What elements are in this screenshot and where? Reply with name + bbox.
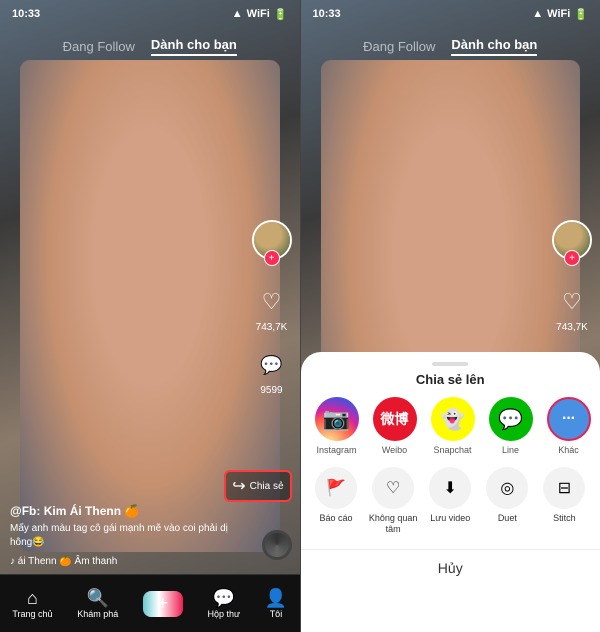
heart-icon: ♡ — [254, 284, 290, 320]
wifi-icon-right: WiFi — [547, 8, 570, 20]
wifi-icon: WiFi — [247, 8, 270, 20]
tab-explore[interactable]: 🔍 Khám phá — [77, 589, 118, 619]
profile-icon: 👤 — [265, 589, 287, 607]
like-count-right: 743,7K — [556, 322, 588, 333]
tab-inbox[interactable]: 💬 Hộp thư — [208, 589, 241, 619]
video-info: @Fb: Kim Ái Thenn 🍊 Mấy anh màu tag cô g… — [10, 504, 240, 567]
like-button[interactable]: ♡ 743,7K — [254, 284, 290, 333]
create-icon: + — [158, 593, 169, 614]
stitch-action[interactable]: ⊟ Stitch — [539, 467, 590, 535]
action-buttons: + ♡ 743,7K 💬 9599 — [252, 220, 292, 396]
instagram-label: Instagram — [316, 445, 356, 455]
creator-avatar-container: + — [252, 220, 292, 260]
snapchat-label: Snapchat — [433, 445, 471, 455]
top-nav-right: Đang Follow Dành cho bạn — [301, 28, 600, 64]
battery-icon: 🔋 — [274, 8, 288, 21]
nav-tab-foryou-right[interactable]: Dành cho bạn — [451, 37, 537, 56]
share-arrow-icon: ↪ — [232, 476, 245, 496]
video-username[interactable]: @Fb: Kim Ái Thenn 🍊 — [10, 504, 240, 518]
nav-tab-foryou[interactable]: Dành cho bạn — [151, 37, 237, 56]
status-bar: 10:33 ▲ WiFi 🔋 — [0, 0, 300, 28]
save-video-action[interactable]: ⬇ Lưu video — [425, 467, 476, 535]
share-button-area: ↪ Chia sẻ — [224, 470, 291, 502]
left-panel: 10:33 ▲ WiFi 🔋 Đang Follow Dành cho bạn … — [0, 0, 300, 632]
status-icons: ▲ WiFi 🔋 — [232, 8, 288, 21]
video-description: Mấy anh màu tag cô gái mạnh mẽ vào coi p… — [10, 522, 240, 550]
search-icon: 🔍 — [86, 589, 108, 607]
stitch-icon: ⊟ — [543, 467, 585, 509]
report-icon: 🚩 — [315, 467, 357, 509]
not-interested-label: Không quan tâm — [368, 513, 419, 535]
nav-tab-following[interactable]: Đang Follow — [63, 39, 135, 54]
nav-tab-following-right[interactable]: Đang Follow — [363, 39, 435, 54]
sheet-title: Chia sẻ lên — [301, 372, 600, 387]
tab-explore-label: Khám phá — [77, 609, 118, 619]
status-bar-right: 10:33 ▲ WiFi 🔋 — [301, 0, 600, 28]
duet-label: Duet — [498, 513, 517, 524]
action-buttons-right: + ♡ 743,7K — [552, 220, 592, 333]
weibo-icon: 微博 — [373, 397, 417, 441]
save-label: Lưu video — [430, 513, 470, 524]
creator-avatar-container-right: + — [552, 220, 592, 260]
share-app-khac[interactable]: ··· Khác — [545, 397, 593, 455]
right-panel: 10:33 ▲ WiFi 🔋 Đang Follow Dành cho bạn … — [301, 0, 600, 632]
duet-icon: ◎ — [486, 467, 528, 509]
share-box[interactable]: ↪ Chia sẻ — [224, 470, 291, 502]
tab-home[interactable]: ⌂ Trang chủ — [12, 589, 52, 619]
cancel-button[interactable]: Hủy — [301, 549, 600, 590]
inbox-icon: 💬 — [213, 589, 235, 607]
khac-icon: ··· — [547, 397, 591, 441]
tab-profile-label: Tôi — [270, 609, 283, 619]
save-icon: ⬇ — [429, 467, 471, 509]
time: 10:33 — [12, 8, 40, 20]
tab-bar: ⌂ Trang chủ 🔍 Khám phá + 💬 Hộp thư 👤 Tôi — [0, 574, 300, 632]
signal-icon: ▲ — [232, 8, 243, 20]
snapchat-icon: 👻 — [431, 397, 475, 441]
share-app-line[interactable]: 💬 Line — [487, 397, 535, 455]
follow-plus-icon[interactable]: + — [264, 250, 280, 266]
duet-action[interactable]: ◎ Duet — [482, 467, 533, 535]
share-app-instagram[interactable]: 📷 Instagram — [313, 397, 361, 455]
video-music[interactable]: ♪ ái Thenn 🍊 Âm thanh — [10, 556, 240, 567]
stitch-label: Stitch — [553, 513, 576, 524]
share-apps-row: 📷 Instagram 微博 Weibo 👻 Snapchat — [301, 397, 600, 455]
home-icon: ⌂ — [27, 589, 38, 607]
follow-plus-icon-right[interactable]: + — [564, 250, 580, 266]
heart-icon-right: ♡ — [554, 284, 590, 320]
signal-icon-right: ▲ — [532, 8, 543, 20]
sheet-handle — [432, 362, 468, 366]
sheet-actions: 🚩 Báo cáo ♡ Không quan tâm ⬇ Lưu video ◎… — [301, 467, 600, 535]
share-app-weibo[interactable]: 微博 Weibo — [371, 397, 419, 455]
comment-icon: 💬 — [254, 347, 290, 383]
line-label: Line — [502, 445, 519, 455]
top-nav: Đang Follow Dành cho bạn — [0, 28, 300, 64]
music-disc — [262, 530, 292, 560]
share-bottom-sheet: Chia sẻ lên 📷 Instagram 微博 Weibo 👻 — [301, 352, 600, 632]
battery-icon-right: 🔋 — [574, 8, 588, 21]
report-label: Báo cáo — [320, 513, 353, 524]
comment-button[interactable]: 💬 9599 — [254, 347, 290, 396]
tab-profile[interactable]: 👤 Tôi — [265, 589, 287, 619]
tab-home-label: Trang chủ — [12, 609, 52, 619]
weibo-label: Weibo — [382, 445, 407, 455]
not-interested-icon: ♡ — [372, 467, 414, 509]
share-label: Chia sẻ — [250, 481, 284, 492]
instagram-icon: 📷 — [315, 397, 359, 441]
time-right: 10:33 — [313, 8, 341, 20]
comment-count: 9599 — [260, 385, 282, 396]
status-icons-right: ▲ WiFi 🔋 — [532, 8, 588, 21]
share-app-snapchat[interactable]: 👻 Snapchat — [429, 397, 477, 455]
report-action[interactable]: 🚩 Báo cáo — [311, 467, 362, 535]
like-button-right[interactable]: ♡ 743,7K — [554, 284, 590, 333]
tab-inbox-label: Hộp thư — [208, 609, 241, 619]
like-count: 743,7K — [256, 322, 288, 333]
not-interested-action[interactable]: ♡ Không quan tâm — [368, 467, 419, 535]
khac-label: Khác — [558, 445, 579, 455]
tab-create[interactable]: + — [143, 591, 183, 617]
line-icon: 💬 — [489, 397, 533, 441]
